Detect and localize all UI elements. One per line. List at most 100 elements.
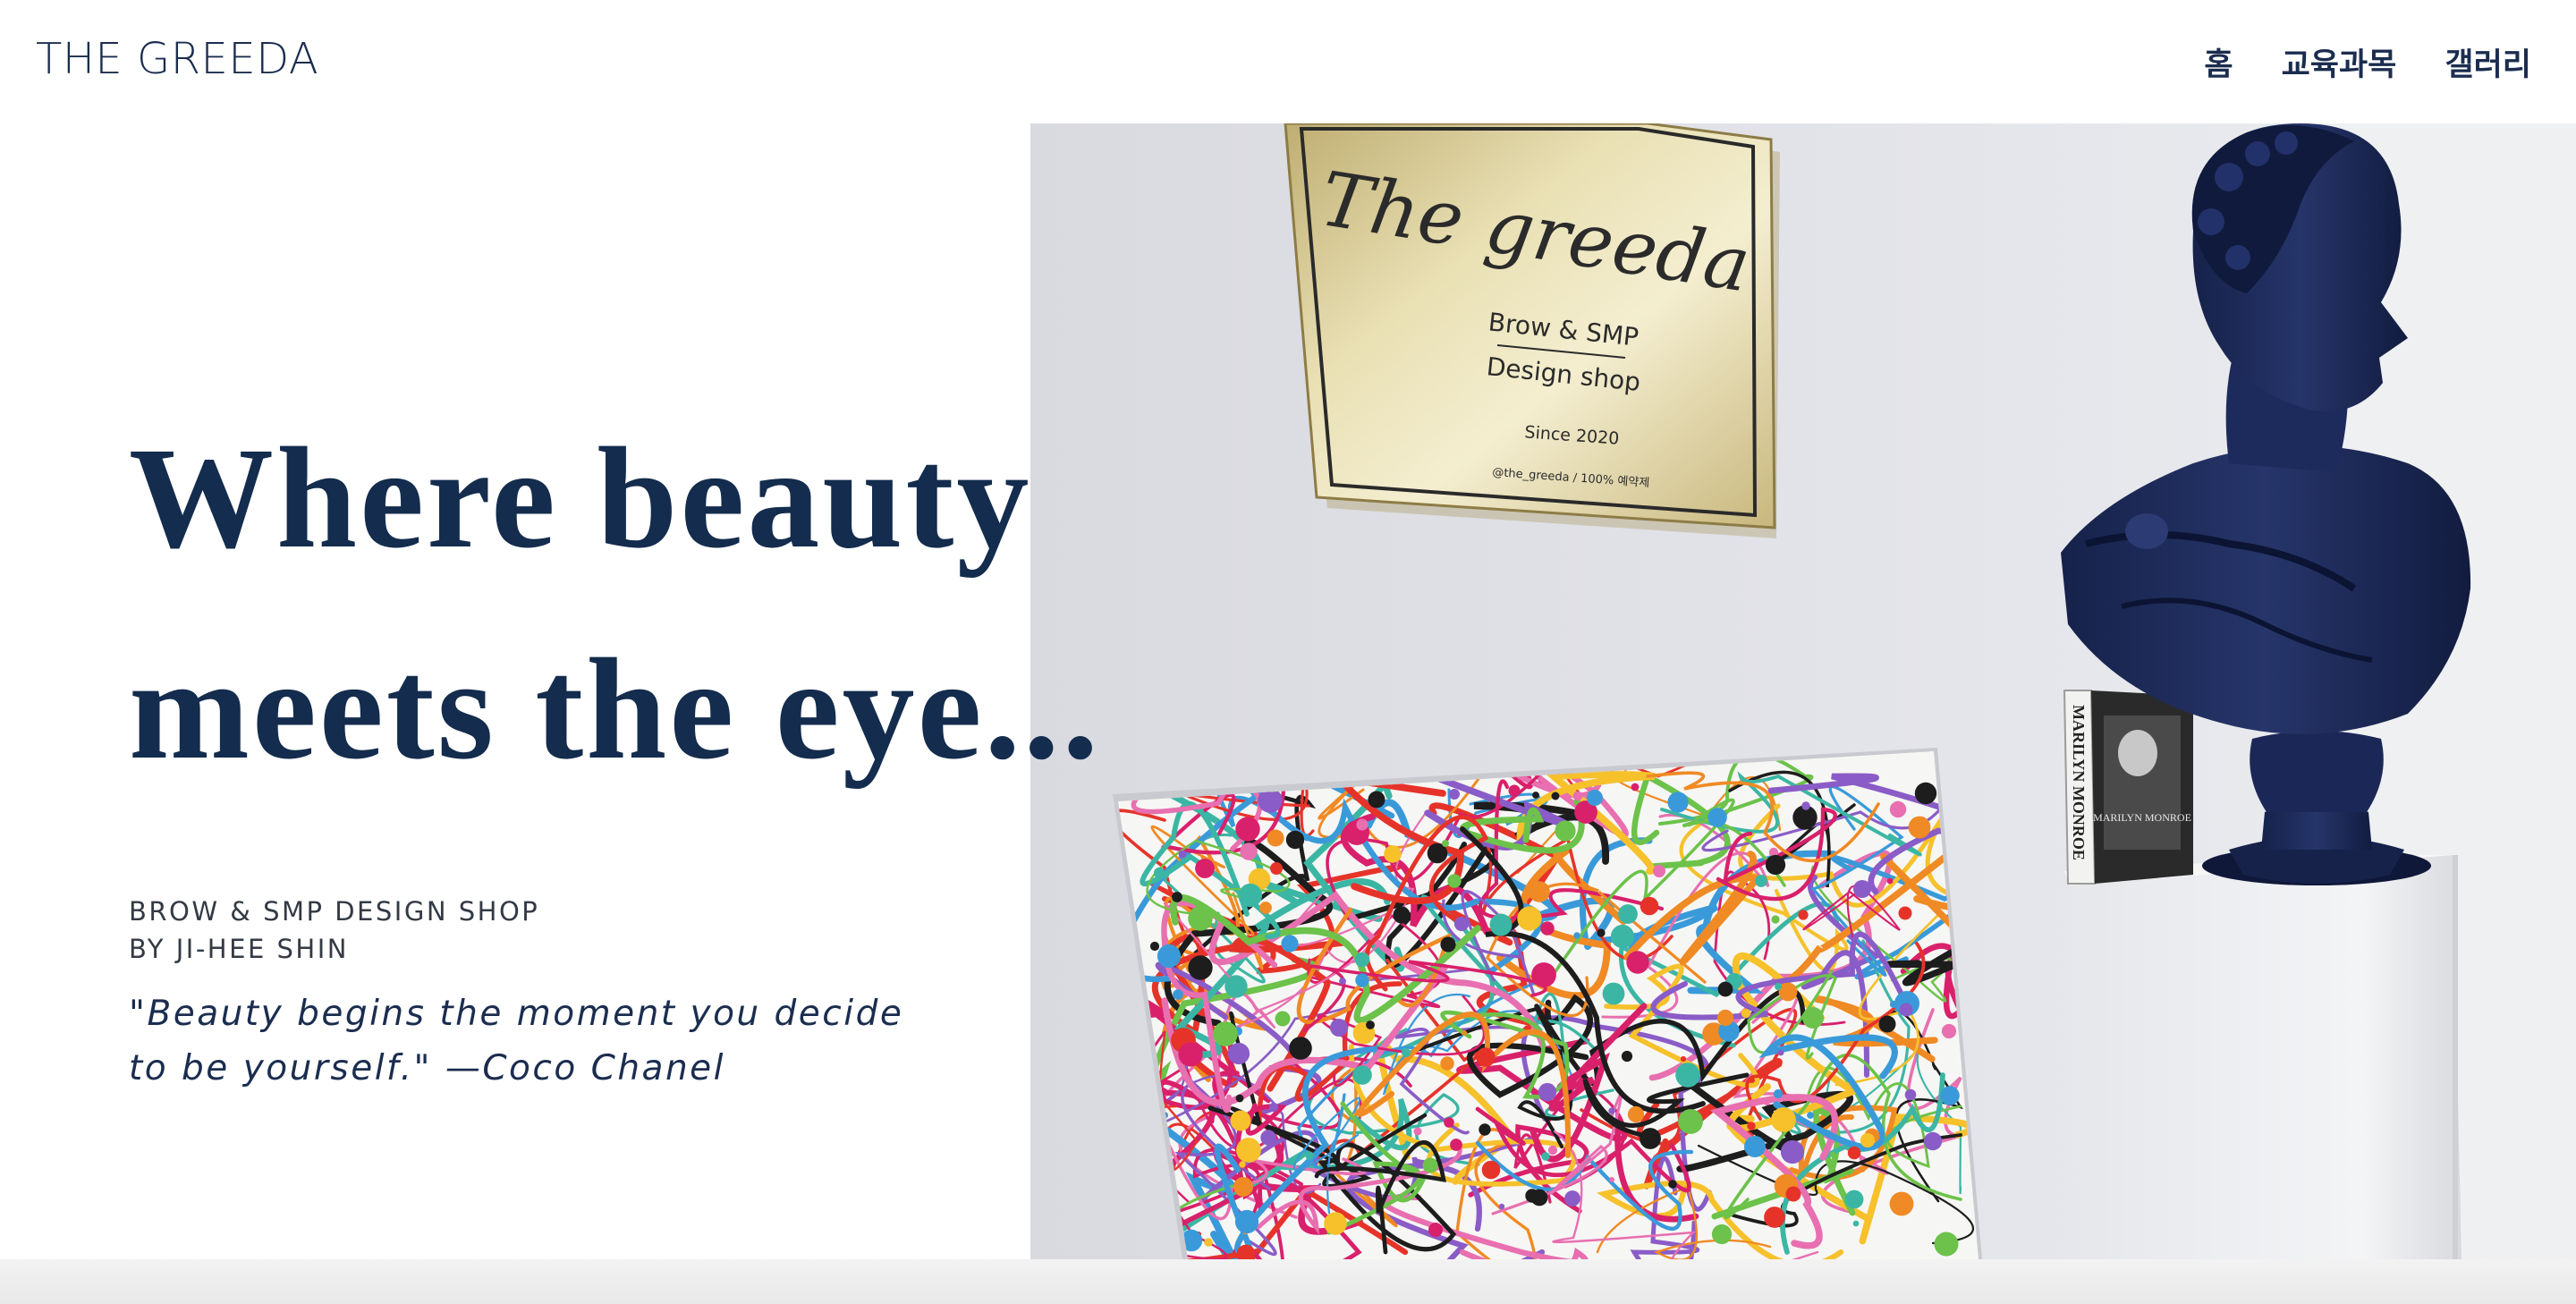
paint-drop [1153,867,1165,879]
paint-drop [1339,978,1346,985]
paint-drop [1898,906,1912,920]
paint-drop [1908,816,1931,839]
paint-drop [1541,1152,1550,1161]
paint-drop [1547,1145,1558,1156]
hero-subtitle: BROW & SMP DESIGN SHOP BY JI-HEE SHIN [129,893,539,968]
paint-drop [1878,1015,1896,1033]
paint-drop [1354,952,1370,968]
paint-drop [1801,801,1810,810]
paint-drop [1517,906,1542,931]
shop-plaque: The greeda Brow & SMP Design shop Since … [1284,123,1780,538]
paint-drop [1618,904,1638,924]
paint-drop [1572,791,1583,801]
paint-drop [1428,1223,1443,1237]
paint-drop [1450,1139,1462,1151]
paint-drop [1270,862,1283,875]
paint-drop [1422,1157,1438,1173]
paint-drop [1356,818,1368,831]
paint-drop [1529,881,1550,902]
paint-drop [1235,817,1260,842]
paint-drop [1707,808,1727,827]
paint-drop [1844,1190,1864,1209]
paint-drop [1678,1109,1703,1134]
paint-drop [1653,865,1665,877]
paint-drop [1481,1160,1501,1180]
paint-drop [1366,1020,1375,1029]
paint-drop [1330,1019,1348,1037]
paint-drop [1847,1146,1861,1160]
hero-quote: "Beauty begins the moment you decide to … [129,986,970,1096]
marilyn-book: MARILYN MONROE MARILYN MONROE [2063,690,2193,885]
paint-drop [1393,906,1411,924]
paint-drop [1940,1086,1960,1105]
quote-line-1: "Beauty begins the moment you decide [129,994,904,1034]
paint-drop [1267,829,1284,847]
paint-drop [1852,1220,1860,1227]
paint-drop [1368,791,1385,809]
paint-drop [1609,1177,1614,1182]
paint-drop [1236,1138,1261,1163]
paint-drop [1268,1102,1279,1113]
paint-drop [1886,877,1894,885]
paint-drop [1172,892,1182,902]
subtitle-line-2: BY JI-HEE SHIN [129,934,349,964]
nav-home[interactable]: 홈 [2204,39,2233,85]
paint-drop [1771,915,1780,924]
paint-drop [1227,1042,1250,1065]
paint-drop [1551,792,1560,800]
quote-line-2: to be yourself." —Coco Chanel [129,1048,726,1088]
abstract-painting [1113,748,1982,1259]
paint-drop [1777,1049,1784,1056]
paint-drop [1934,1232,1959,1257]
paint-drop [1680,1055,1687,1063]
pedestal [2064,855,2462,1259]
headline-line-2: meets the eye... [129,630,1101,790]
paint-drop [1224,975,1248,998]
paint-drop [1587,790,1603,806]
paint-drop [1627,1105,1645,1123]
paint-drop [1195,859,1215,878]
paint-drop [1859,1165,1866,1173]
paint-drop [1780,1139,1805,1164]
paint-drop [1675,1063,1700,1088]
paint-drop [1240,843,1258,860]
nav-gallery[interactable]: 갤러리 [2445,39,2531,85]
paint-drop [1230,1110,1251,1131]
paint-drop [1564,1190,1580,1207]
paint-drop [1384,845,1402,863]
book-spine: MARILYN MONROE [2070,705,2088,860]
paint-drop [1289,1037,1312,1060]
paint-drop [1275,1011,1291,1027]
paint-drop [1531,962,1556,987]
paint-drop [1555,820,1576,842]
paint-drop [1413,1127,1422,1136]
site-logo[interactable]: THE GREEDA [36,34,318,84]
nav-courses[interactable]: 교육과목 [2282,39,2397,85]
paint-drop [1235,1094,1244,1103]
paint-drop [1532,792,1539,799]
paint-drop [1860,1132,1876,1148]
paint-drop [1904,1088,1917,1101]
paint-drop [1440,936,1456,953]
paint-drop [1667,792,1689,813]
paint-drop [1716,1009,1734,1027]
paint-drop [1173,989,1183,1000]
paint-drop [1573,932,1580,939]
paint-drop [1525,1189,1539,1203]
paint-drop [1442,840,1449,847]
paint-drop [1285,830,1305,850]
paint-drop [1785,1186,1801,1202]
paint-drop [1764,1207,1785,1228]
paint-drop [1508,784,1521,797]
paint-drop [1538,1082,1557,1102]
paint-drop [1479,1123,1491,1136]
paint-drop [1440,1056,1454,1071]
paint-drop [1741,1008,1751,1019]
paint-drop [1355,973,1369,987]
paint-drop [1829,1151,1836,1158]
paint-drop [1798,910,1809,920]
headline-line-1: Where beauty [129,419,1032,579]
paint-drop [1324,1212,1347,1235]
paint-drop [1213,1021,1238,1046]
main-nav: 홈 교육과목 갤러리 [2204,39,2531,85]
